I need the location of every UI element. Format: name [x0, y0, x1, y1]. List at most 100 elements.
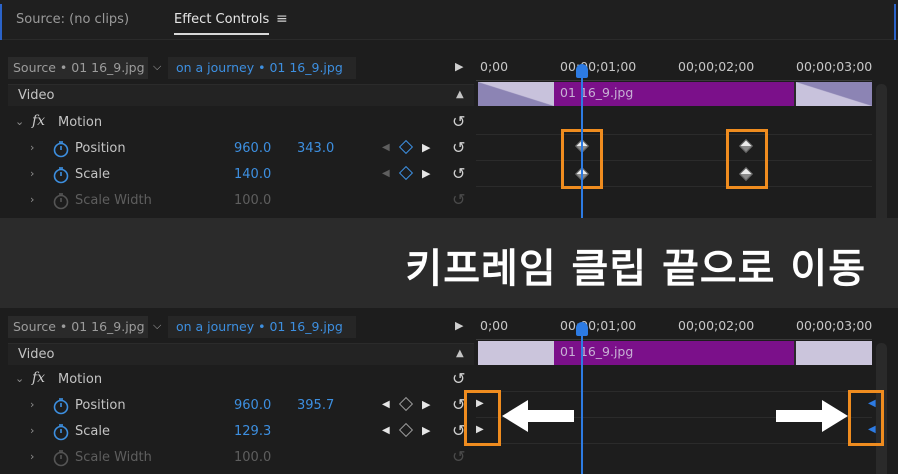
- caption-text: 키프레임 클립 끝으로 이동: [405, 246, 866, 292]
- video-label: Video: [18, 347, 55, 362]
- scale-width-property-row: › Scale Width 100.0 ↺: [8, 445, 474, 471]
- caption-banner: 키프레임 클립 끝으로 이동: [0, 218, 898, 308]
- collapse-up-icon[interactable]: ▲: [456, 89, 464, 100]
- stopwatch-icon[interactable]: [52, 423, 70, 441]
- keyframe-end-icon[interactable]: ◀: [868, 424, 876, 435]
- chevron-right-icon[interactable]: ›: [30, 424, 34, 437]
- video-header: Video ▲: [8, 84, 474, 106]
- clip-block[interactable]: 01 16_9.jpg: [554, 341, 794, 365]
- time-ruler[interactable]: 0;00 00;00;01;00 00;00;02;00 00;00;03;00: [476, 316, 898, 338]
- add-keyframe-icon[interactable]: [398, 165, 414, 181]
- chevron-down-icon[interactable]: ⌄: [15, 372, 24, 385]
- row-divider: [476, 186, 872, 187]
- clip-selector-row: Source • 01 16_9.jpg ⌵ on a journey • 01…: [8, 316, 474, 338]
- position-y-value[interactable]: 395.7: [297, 398, 334, 413]
- effect-controls-panel-after: Source • 01 16_9.jpg ⌵ on a journey • 01…: [0, 308, 898, 474]
- row-divider: [476, 443, 872, 444]
- fx-icon[interactable]: fx: [32, 370, 45, 386]
- keyframe-highlight-box: [848, 390, 884, 446]
- time-ruler[interactable]: 0;00 00;00;01;00 00;00;02;00 00;00;03;00: [476, 57, 898, 79]
- clip-empty-area: [794, 341, 872, 365]
- next-keyframe-icon[interactable]: ▶: [422, 167, 430, 180]
- stopwatch-icon[interactable]: [52, 140, 70, 158]
- keyframe-timeline[interactable]: 0;00 00;00;01;00 00;00;02;00 00;00;03;00…: [476, 40, 898, 218]
- scale-value[interactable]: 140.0: [234, 167, 271, 182]
- add-keyframe-icon[interactable]: [398, 422, 414, 438]
- panel-menu-icon[interactable]: ≡: [276, 11, 288, 27]
- property-name: Position: [75, 141, 126, 156]
- previous-keyframe-icon[interactable]: ◀: [382, 142, 390, 153]
- clip-empty-area: [794, 82, 872, 106]
- ruler-tick: 00;00;03;00: [796, 318, 873, 333]
- stopwatch-icon[interactable]: [52, 166, 70, 184]
- motion-effect-row: ⌄ fx Motion ↺: [8, 367, 474, 393]
- effects-list: Source • 01 16_9.jpg ⌵ on a journey • 01…: [8, 40, 476, 218]
- chevron-right-icon[interactable]: ›: [30, 193, 34, 206]
- add-keyframe-icon[interactable]: [398, 396, 414, 412]
- position-x-value[interactable]: 960.0: [234, 141, 271, 156]
- ruler-tick: 00;00;03;00: [796, 59, 873, 74]
- sequence-clip-label[interactable]: on a journey • 01 16_9.jpg: [168, 57, 356, 79]
- clip-empty-area: [478, 341, 554, 365]
- motion-label: Motion: [58, 115, 103, 130]
- keyframe-end-icon[interactable]: ◀: [868, 398, 876, 409]
- position-x-value[interactable]: 960.0: [234, 398, 271, 413]
- scale-width-property-row: › Scale Width 100.0 ↺: [8, 188, 474, 214]
- chevron-right-icon[interactable]: ›: [30, 141, 34, 154]
- vertical-scrollbar[interactable]: [876, 84, 887, 218]
- previous-keyframe-icon[interactable]: ◀: [382, 399, 390, 410]
- ruler-tick: 00;00;01;00: [560, 318, 637, 333]
- chevron-down-icon[interactable]: ⌄: [15, 115, 24, 128]
- sequence-clip-label[interactable]: on a journey • 01 16_9.jpg: [168, 316, 356, 338]
- next-keyframe-icon[interactable]: ▶: [422, 141, 430, 154]
- chevron-down-icon[interactable]: ⌵: [153, 60, 161, 74]
- chevron-right-icon[interactable]: ›: [30, 398, 34, 411]
- next-keyframe-icon[interactable]: ▶: [422, 424, 430, 437]
- arrow-right-icon: [776, 400, 848, 432]
- row-divider: [476, 160, 872, 161]
- row-divider: [476, 391, 872, 392]
- chevron-right-icon[interactable]: ›: [30, 450, 34, 463]
- playhead-line: [581, 334, 583, 474]
- chevron-down-icon[interactable]: ⌵: [153, 319, 161, 333]
- panel-focus-border-left: [0, 4, 2, 40]
- motion-effect-row: ⌄ fx Motion ↺: [8, 110, 474, 136]
- previous-keyframe-icon[interactable]: ◀: [382, 425, 390, 436]
- video-header: Video ▲: [8, 343, 474, 365]
- stopwatch-icon: [53, 450, 69, 467]
- effect-controls-panel-before: Source • 01 16_9.jpg ⌵ on a journey • 01…: [0, 40, 898, 218]
- tab-source[interactable]: Source: (no clips): [16, 12, 129, 27]
- reset-icon[interactable]: ↺: [452, 138, 465, 157]
- reset-icon[interactable]: ↺: [452, 369, 465, 388]
- stopwatch-icon[interactable]: [52, 397, 70, 415]
- next-keyframe-icon[interactable]: ▶: [422, 398, 430, 411]
- ruler-tick: 0;00: [480, 318, 509, 333]
- video-label: Video: [18, 88, 55, 103]
- ruler-tick: 00;00;01;00: [560, 59, 637, 74]
- keyframe-start-icon[interactable]: ▶: [476, 424, 484, 435]
- keyframe-timeline[interactable]: 0;00 00;00;01;00 00;00;02;00 00;00;03;00…: [464, 308, 898, 474]
- show-timeline-icon[interactable]: ▶: [455, 60, 463, 73]
- position-property-row: › Position 960.0 343.0 ◀ ▶ ↺: [8, 136, 474, 162]
- show-timeline-icon[interactable]: ▶: [455, 319, 463, 332]
- property-name: Position: [75, 398, 126, 413]
- source-clip-label[interactable]: Source • 01 16_9.jpg: [8, 316, 148, 338]
- clip-block[interactable]: 01 16_9.jpg: [554, 82, 794, 106]
- scale-width-value: 100.0: [234, 450, 272, 465]
- property-name: Scale: [75, 424, 110, 439]
- source-clip-label[interactable]: Source • 01 16_9.jpg: [8, 57, 148, 79]
- keyframe-start-icon[interactable]: ▶: [476, 398, 484, 409]
- previous-keyframe-icon[interactable]: ◀: [382, 168, 390, 179]
- position-y-value[interactable]: 343.0: [297, 141, 334, 156]
- tab-effect-controls[interactable]: Effect Controls: [174, 12, 270, 35]
- chevron-right-icon[interactable]: ›: [30, 167, 34, 180]
- reset-icon[interactable]: ↺: [452, 112, 465, 131]
- scale-property-row: › Scale 129.3 ◀ ▶ ↺: [8, 419, 474, 445]
- reset-icon[interactable]: ↺: [452, 164, 465, 183]
- scale-value[interactable]: 129.3: [234, 424, 271, 439]
- fx-icon[interactable]: fx: [32, 113, 45, 129]
- collapse-up-icon[interactable]: ▲: [456, 348, 464, 359]
- panel-focus-border-right: [894, 4, 896, 40]
- add-keyframe-icon[interactable]: [398, 139, 414, 155]
- arrow-left-icon: [502, 400, 574, 432]
